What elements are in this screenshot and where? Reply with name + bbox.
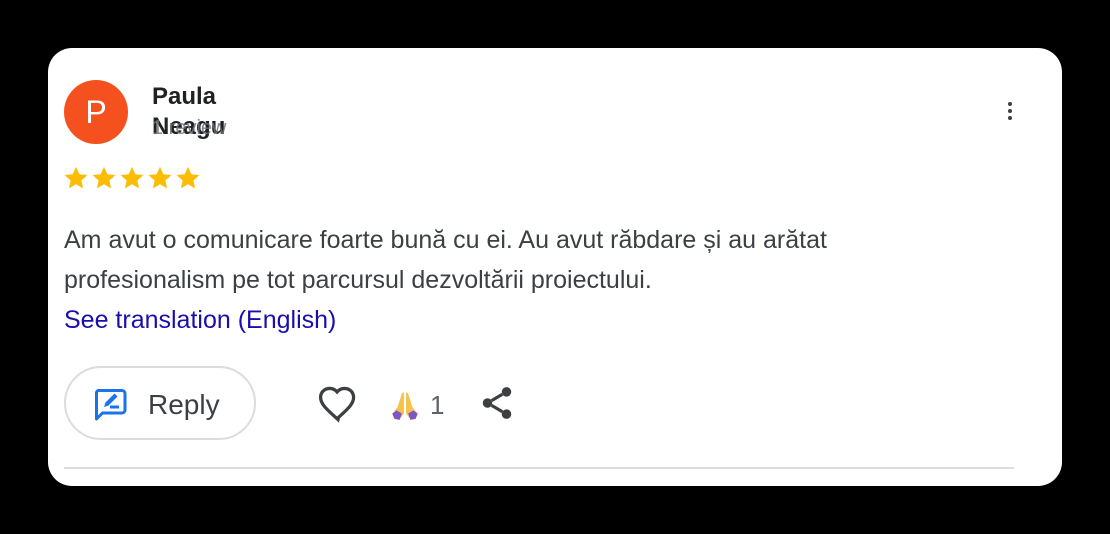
star-rating bbox=[62, 164, 202, 192]
more-vert-icon-dot bbox=[1008, 109, 1012, 113]
reply-icon bbox=[94, 389, 127, 421]
more-vert-icon bbox=[1008, 102, 1012, 106]
star-icon bbox=[92, 166, 116, 189]
star-icon bbox=[148, 166, 172, 189]
see-translation-link[interactable]: See translation (English) bbox=[64, 302, 336, 338]
avatar[interactable]: P bbox=[64, 80, 128, 144]
star-icon bbox=[120, 166, 144, 189]
reaction-count: 1 bbox=[430, 390, 445, 420]
pray-emoji-icon[interactable] bbox=[388, 388, 422, 422]
review-text: Am avut o comunicare foarte bună cu ei. … bbox=[64, 226, 827, 294]
more-options-button[interactable] bbox=[998, 96, 1022, 126]
more-vert-icon-dot bbox=[1008, 116, 1012, 120]
reply-button[interactable]: Reply bbox=[64, 366, 256, 440]
heart-icon[interactable] bbox=[316, 382, 360, 426]
reply-label: Reply bbox=[148, 389, 220, 420]
divider bbox=[64, 467, 1014, 469]
star-icon bbox=[64, 166, 88, 189]
share-icon[interactable] bbox=[478, 384, 516, 422]
review-card: P Paula Neagu 1 review Am avut o comunic… bbox=[48, 48, 1062, 486]
reviewer-subtitle: 1 review bbox=[152, 117, 227, 139]
star-icon bbox=[176, 166, 200, 189]
